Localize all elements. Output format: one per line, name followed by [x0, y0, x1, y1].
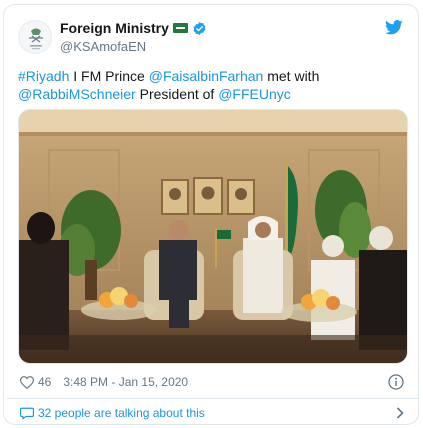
- tweet-meta: 46 3:48 PM - Jan 15, 2020: [20, 373, 404, 391]
- display-name[interactable]: Foreign Ministry: [60, 20, 169, 36]
- tweet-card: Foreign Ministry @KSAmofaEN #Riyadh I FM…: [3, 4, 419, 425]
- hashtag-riyadh[interactable]: #Riyadh: [18, 68, 69, 84]
- mention-rabbimschneier[interactable]: @RabbiMSchneier: [18, 86, 136, 102]
- chevron-right-icon[interactable]: [396, 407, 404, 419]
- account-handle[interactable]: @KSAmofaEN: [60, 39, 207, 54]
- tweet-text-part: President of: [135, 86, 219, 102]
- heart-icon[interactable]: [20, 375, 34, 389]
- tweet-header: Foreign Ministry @KSAmofaEN: [18, 18, 406, 58]
- tweet-photo[interactable]: [18, 109, 408, 364]
- tweet-text-part: I FM Prince: [69, 68, 149, 84]
- info-icon[interactable]: [388, 374, 404, 390]
- mention-faisalbinfarhan[interactable]: @FaisalbinFarhan: [149, 68, 264, 84]
- account-info[interactable]: Foreign Ministry @KSAmofaEN: [60, 18, 207, 54]
- saudi-flag-icon: [172, 23, 188, 33]
- speech-bubble-icon: [20, 407, 34, 419]
- like-count[interactable]: 46: [38, 375, 51, 389]
- twitter-bird-icon[interactable]: [385, 20, 403, 35]
- tweet-text-part: met with: [263, 68, 320, 84]
- tweet-text: #Riyadh I FM Prince @FaisalbinFarhan met…: [18, 67, 408, 103]
- conversation-link[interactable]: 32 people are talking about this: [20, 404, 404, 422]
- tweet-timestamp[interactable]: 3:48 PM - Jan 15, 2020: [63, 375, 188, 389]
- avatar[interactable]: [18, 20, 52, 54]
- verified-badge-icon: [193, 21, 206, 35]
- divider: [7, 398, 418, 399]
- conversation-label[interactable]: 32 people are talking about this: [38, 406, 205, 420]
- mention-ffeunyc[interactable]: @FFEUnyc: [218, 86, 291, 102]
